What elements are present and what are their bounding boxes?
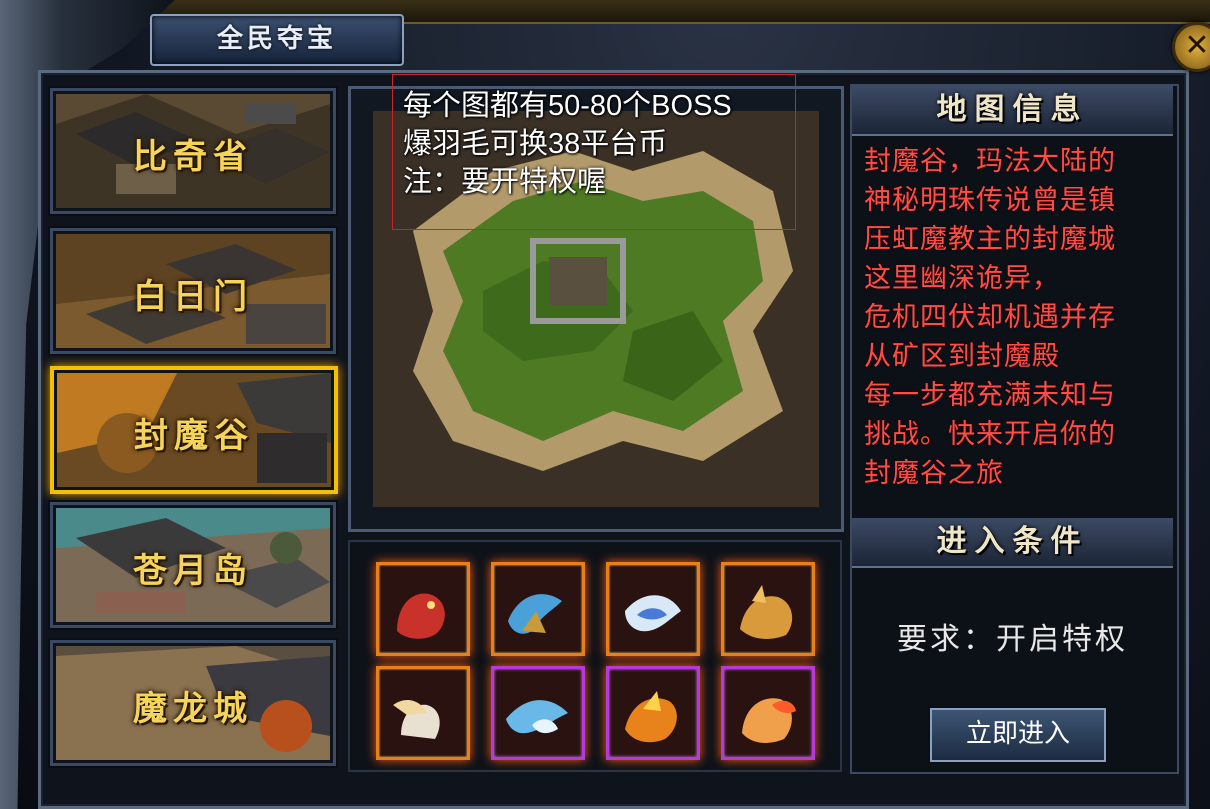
reward-slot-5[interactable] (376, 666, 470, 760)
map-card-bairimen[interactable]: 白日门 (50, 228, 336, 354)
notice-line-1: 每个图都有50-80个BOSS (403, 90, 732, 122)
conditions-header: 进入条件 (852, 518, 1173, 568)
fire-phoenix-icon (625, 691, 677, 743)
description-line: 这里幽深诡异， (864, 263, 1060, 294)
description-line: 每一步都充满未知与 (864, 380, 1116, 411)
reward-slot-1[interactable] (376, 562, 470, 656)
description-line: 封魔谷，玛法大陆的 (864, 146, 1116, 177)
reward-slot-4[interactable] (721, 562, 815, 656)
reward-slot-6[interactable] (491, 666, 585, 760)
description-line: 危机四伏却机遇并存 (864, 302, 1116, 333)
map-info-header: 地图信息 (852, 86, 1173, 136)
enter-button-label: 立即进入 (965, 719, 1070, 749)
blue-phoenix-icon (506, 700, 568, 734)
reward-slot-3[interactable] (606, 562, 700, 656)
reward-slot-7[interactable] (606, 666, 700, 760)
requirement-text: 要求：开启特权 (897, 622, 1128, 657)
blue-beast-icon (508, 594, 562, 634)
map-name: 苍月岛 (133, 551, 253, 591)
notice-line-2: 爆羽毛可换38平台币 (403, 128, 668, 160)
description-line: 压虹魔教主的封魔城 (864, 224, 1116, 255)
red-beast-icon (397, 593, 445, 639)
golden-beast-icon (740, 585, 793, 639)
conditions-title: 进入条件 (936, 524, 1089, 559)
close-icon: ✕ (1184, 28, 1210, 63)
map-name: 封魔谷 (134, 416, 254, 456)
window-title: 全民夺宝 (216, 24, 337, 54)
map-info-title: 地图信息 (936, 92, 1089, 127)
notice-line-3: 注：要开特权喔 (403, 166, 607, 198)
map-info-panel: 地图信息 封魔谷，玛法大陆的 神秘明珠传说曾是镇 压虹魔教主的封魔城 这里幽深诡… (850, 84, 1179, 774)
map-name: 白日门 (133, 277, 253, 317)
description-line: 挑战。快来开启你的 (864, 419, 1116, 450)
notice-box: 每个图都有50-80个BOSS 爆羽毛可换38平台币 注：要开特权喔 (392, 74, 796, 230)
window-title-plate: 全民夺宝 (150, 14, 404, 66)
reward-slot-2[interactable] (491, 562, 585, 656)
map-list: 比奇省 白日门 封魔谷 苍月岛 魔龙城 (50, 88, 338, 766)
map-card-biqi[interactable]: 比奇省 (50, 88, 336, 214)
map-card-cangyuedao[interactable]: 苍月岛 (50, 502, 336, 628)
fire-fox-icon (742, 698, 796, 743)
map-card-molongcheng[interactable]: 魔龙城 (50, 640, 336, 766)
map-description: 封魔谷，玛法大陆的 神秘明珠传说曾是镇 压虹魔教主的封魔城 这里幽深诡异， 危机… (864, 142, 1170, 493)
reward-slot-8[interactable] (721, 666, 815, 760)
enter-button[interactable]: 立即进入 (930, 708, 1106, 762)
map-card-fengmogu[interactable]: 封魔谷 (50, 366, 338, 494)
description-line: 从矿区到封魔殿 (864, 341, 1060, 372)
close-button[interactable]: ✕ (1172, 22, 1210, 72)
description-line: 封魔谷之旅 (864, 458, 1004, 489)
rewards-grid (348, 540, 842, 772)
white-bird-icon (625, 595, 681, 632)
white-horse-icon (393, 699, 440, 739)
map-name: 魔龙城 (133, 689, 253, 729)
map-name: 比奇省 (133, 137, 253, 177)
description-line: 神秘明珠传说曾是镇 (864, 185, 1116, 216)
